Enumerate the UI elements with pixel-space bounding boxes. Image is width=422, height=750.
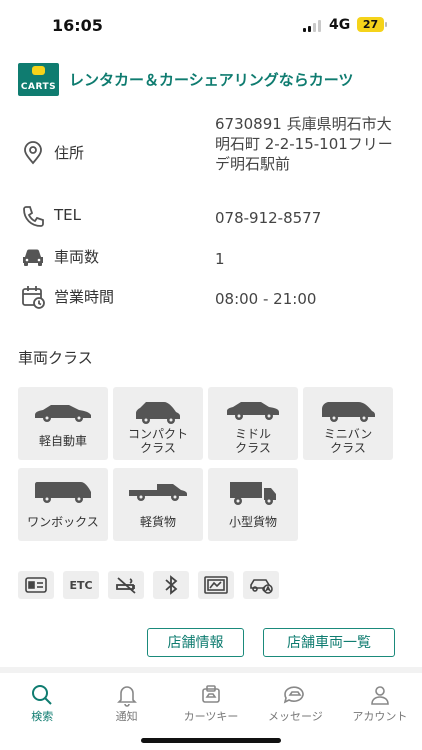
minivan-icon — [322, 402, 375, 422]
car-icon — [23, 249, 43, 266]
app-header: CARTS レンタカー＆カーシェアリングならカーツ — [18, 62, 422, 96]
business-hours-label: 営業時間 — [54, 288, 115, 306]
vehicle-count-row: 車両数 1 — [18, 244, 406, 270]
kei-car-icon — [35, 405, 91, 422]
location-pin-icon — [24, 141, 42, 165]
class-tile-middle[interactable]: ミドル クラス — [208, 387, 298, 460]
class-tile-kei[interactable]: 軽自動車 — [18, 387, 108, 460]
status-time: 16:05 — [52, 16, 103, 35]
car-key-icon — [202, 685, 220, 703]
message-icon — [284, 686, 305, 704]
compact-car-icon — [136, 402, 180, 424]
address-row: 住所 6730891 兵庫県明石市大明石町 2-2-15-101フリーデ明石駅前 — [18, 114, 406, 194]
sedan-icon — [227, 402, 279, 420]
network-type: 4G — [329, 17, 351, 33]
home-indicator[interactable] — [141, 738, 281, 743]
business-hours-row: 営業時間 08:00 - 21:00 — [18, 284, 406, 312]
address-label: 住所 — [54, 144, 85, 162]
status-bar: 16:05 4G 27 — [0, 0, 422, 48]
tel-row[interactable]: TEL 078-912-8577 — [18, 204, 406, 230]
etc-icon: ETC — [63, 571, 99, 599]
header-title: レンタカー＆カーシェアリングならカーツ — [69, 70, 354, 89]
class-tile-minivan[interactable]: ミニバン クラス — [303, 387, 393, 460]
user-icon — [371, 686, 389, 705]
business-hours-value: 08:00 - 21:00 — [215, 290, 317, 308]
pickup-truck-icon — [129, 484, 187, 501]
nav-account[interactable]: アカウント — [338, 673, 422, 750]
equipment-row: ETC — [18, 571, 279, 599]
tel-value[interactable]: 078-912-8577 — [215, 208, 321, 228]
class-tile-small-cargo[interactable]: 小型貨物 — [208, 468, 298, 541]
tel-label: TEL — [54, 206, 81, 224]
class-tile-kei-cargo[interactable]: 軽貨物 — [113, 468, 203, 541]
signal-icon — [303, 20, 321, 32]
calendar-clock-icon — [22, 286, 45, 309]
store-vehicles-button[interactable]: 店舗車両一覧 — [263, 628, 395, 657]
address-value: 6730891 兵庫県明石市大明石町 2-2-15-101フリーデ明石駅前 — [215, 115, 393, 173]
vehicle-class-title: 車両クラス — [18, 349, 93, 367]
search-icon — [32, 685, 52, 705]
car-gps-icon — [243, 571, 279, 599]
phone-icon — [23, 206, 44, 227]
van-icon — [35, 482, 91, 503]
battery-indicator: 27 — [357, 17, 387, 32]
bluetooth-icon — [153, 571, 189, 599]
no-smoking-icon — [108, 571, 144, 599]
vehicle-count-value: 1 — [215, 250, 225, 268]
carts-logo: CARTS — [18, 62, 59, 96]
vehicle-count-label: 車両数 — [54, 248, 100, 266]
class-tile-compact[interactable]: コンパクト クラス — [113, 387, 203, 460]
class-tile-onebox[interactable]: ワンボックス — [18, 468, 108, 541]
bell-icon — [116, 686, 137, 707]
store-info-button[interactable]: 店舗情報 — [147, 628, 244, 657]
navigation-icon — [198, 571, 234, 599]
card-reader-icon — [18, 571, 54, 599]
nav-search[interactable]: 検索 — [0, 673, 84, 750]
truck-icon — [230, 482, 276, 505]
